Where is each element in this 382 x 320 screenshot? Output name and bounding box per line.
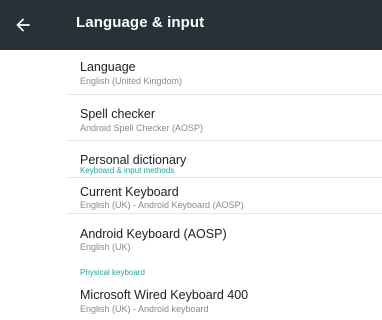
microsoft-keyboard-title: Microsoft Wired Keyboard 400 <box>80 288 249 302</box>
current-keyboard-summary: English (UK) - Android Keyboard (AOSP) <box>80 200 244 210</box>
page-title: Language & input <box>76 14 205 31</box>
language-title: Language <box>80 60 136 74</box>
section-header-keyboard-input: Keyboard & input methods <box>80 166 175 175</box>
app-bar: Language & input <box>0 0 382 50</box>
android-keyboard-title: Android Keyboard (AOSP) <box>80 227 227 241</box>
personal-dictionary-item[interactable]: Personal dictionary <box>0 141 382 177</box>
spell-checker-item[interactable]: Spell checker Android Spell Checker (AOS… <box>0 95 382 139</box>
android-keyboard-summary: English (UK) <box>80 242 131 252</box>
spell-checker-summary: Android Spell Checker (AOSP) <box>80 123 204 133</box>
android-keyboard-item[interactable]: Android Keyboard (AOSP) English (UK) <box>0 216 382 258</box>
divider <box>66 213 382 214</box>
arrow-back-icon <box>16 18 30 32</box>
language-summary: English (United Kingdom) <box>80 76 183 86</box>
microsoft-keyboard-item[interactable]: Microsoft Wired Keyboard 400 English (UK… <box>0 281 382 320</box>
personal-dictionary-title: Personal dictionary <box>80 153 187 167</box>
back-button[interactable] <box>13 15 33 35</box>
divider <box>66 177 382 178</box>
current-keyboard-title: Current Keyboard <box>80 185 179 199</box>
microsoft-keyboard-summary: English (UK) - Android keyboard <box>80 304 209 314</box>
language-item[interactable]: Language English (United Kingdom) <box>0 50 382 94</box>
spell-checker-title: Spell checker <box>80 107 156 121</box>
section-header-physical-keyboard: Physical keyboard <box>80 268 145 277</box>
